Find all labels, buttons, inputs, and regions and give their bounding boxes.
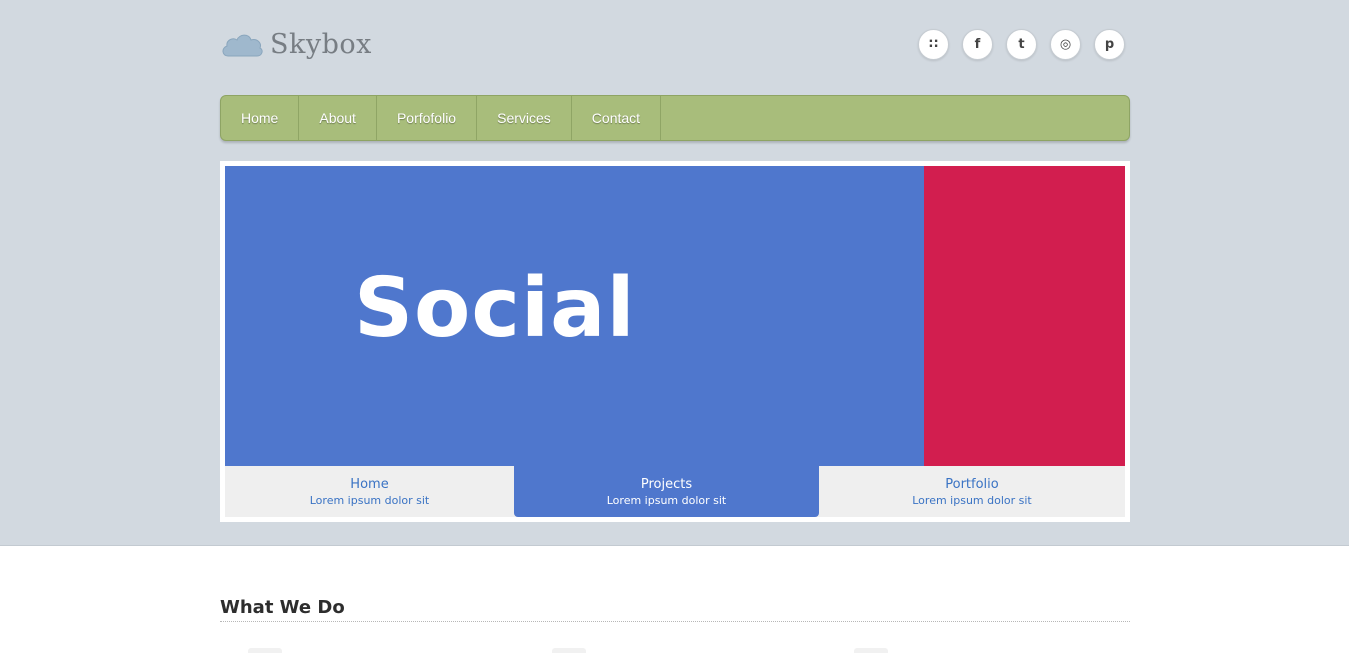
cloud-icon bbox=[220, 30, 264, 58]
feature-icon-placeholder bbox=[248, 648, 282, 653]
pinterest-glyph: p bbox=[1104, 37, 1115, 52]
section-divider bbox=[220, 621, 1130, 622]
slide-image: Social bbox=[225, 166, 924, 466]
slide-title: Social bbox=[354, 261, 636, 356]
nav-item-home[interactable]: Home bbox=[221, 96, 300, 140]
slider: Social Home Lorem ipsum dolor sit Projec… bbox=[220, 161, 1130, 522]
dribbble-icon[interactable]: ◎ bbox=[1050, 29, 1081, 60]
main-nav: Home About Porfofolio Services Contact bbox=[220, 95, 1130, 141]
twitter-glyph: t bbox=[1018, 37, 1025, 52]
pinterest-icon[interactable]: p bbox=[1094, 29, 1125, 60]
slide-side-panel bbox=[924, 166, 1125, 466]
rss-icon[interactable]: ∷ bbox=[918, 29, 949, 60]
rss-glyph: ∷ bbox=[928, 37, 939, 52]
tab-title: Portfolio bbox=[945, 477, 999, 492]
feature-icon-placeholder bbox=[854, 648, 888, 653]
nav-item-services[interactable]: Services bbox=[477, 96, 572, 140]
tab-title: Projects bbox=[640, 477, 693, 492]
social-links: ∷ f t ◎ p bbox=[918, 29, 1125, 60]
slider-tab-home[interactable]: Home Lorem ipsum dolor sit bbox=[225, 466, 514, 517]
section-title: What We Do bbox=[220, 597, 345, 618]
slider-tabs: Home Lorem ipsum dolor sit Projects Lore… bbox=[225, 466, 1125, 517]
dribbble-glyph: ◎ bbox=[1059, 37, 1072, 52]
tab-subtitle: Lorem ipsum dolor sit bbox=[309, 494, 430, 507]
facebook-glyph: f bbox=[974, 37, 981, 52]
nav-item-contact[interactable]: Contact bbox=[572, 96, 662, 140]
tab-title: Home bbox=[350, 477, 389, 492]
nav-item-portfolio[interactable]: Porfofolio bbox=[377, 96, 478, 140]
slider-tab-portfolio[interactable]: Portfolio Lorem ipsum dolor sit bbox=[819, 466, 1125, 517]
facebook-icon[interactable]: f bbox=[962, 29, 993, 60]
feature-icon-placeholder bbox=[552, 648, 586, 653]
twitter-icon[interactable]: t bbox=[1006, 29, 1037, 60]
tab-subtitle: Lorem ipsum dolor sit bbox=[606, 494, 727, 507]
logo[interactable]: Skybox bbox=[220, 26, 372, 62]
brand-name: Skybox bbox=[270, 28, 372, 60]
slider-tab-projects[interactable]: Projects Lorem ipsum dolor sit bbox=[514, 466, 819, 517]
nav-item-about[interactable]: About bbox=[299, 96, 377, 140]
tab-subtitle: Lorem ipsum dolor sit bbox=[912, 494, 1032, 507]
